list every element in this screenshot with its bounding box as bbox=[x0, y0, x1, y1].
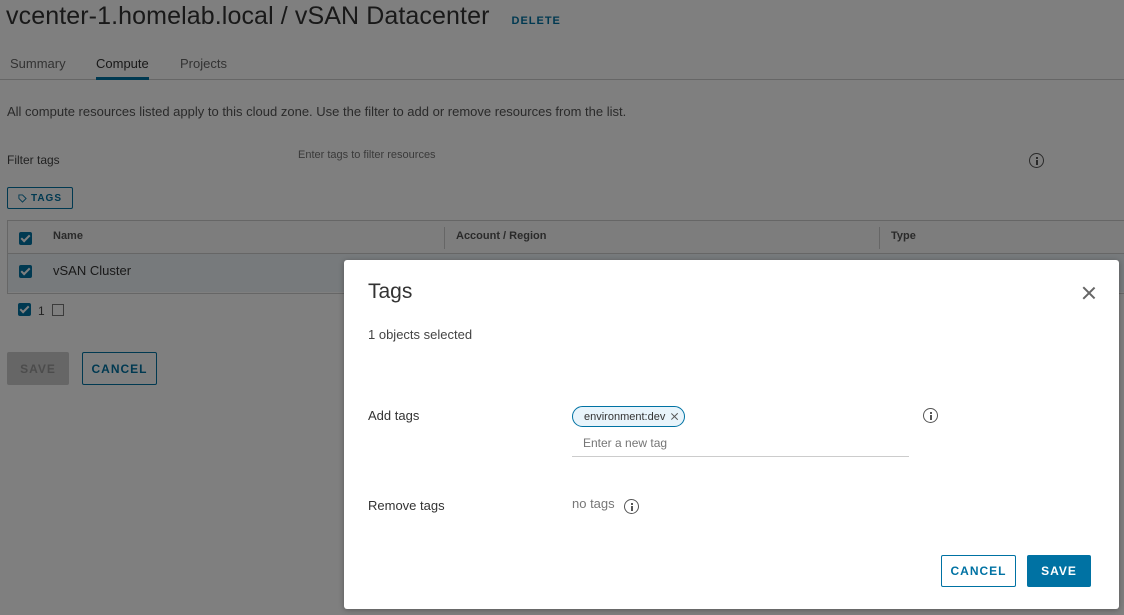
add-tags-label: Add tags bbox=[368, 408, 420, 423]
no-tags-text: no tags bbox=[572, 496, 615, 511]
close-icon[interactable] bbox=[1080, 284, 1098, 302]
tags-modal: Tags 1 objects selected Add tags environ… bbox=[344, 260, 1119, 609]
remove-chip-icon[interactable] bbox=[670, 412, 679, 421]
remove-tags-info-icon[interactable] bbox=[624, 499, 639, 514]
modal-cancel-button[interactable]: CANCEL bbox=[941, 555, 1016, 587]
add-tags-info-icon[interactable] bbox=[923, 408, 938, 423]
tag-chip-label: environment:dev bbox=[584, 410, 666, 423]
remove-tags-label: Remove tags bbox=[368, 498, 445, 513]
tag-chip: environment:dev bbox=[572, 406, 686, 427]
modal-title: Tags bbox=[368, 280, 413, 303]
new-tag-input[interactable] bbox=[572, 429, 909, 457]
modal-save-button[interactable]: SAVE bbox=[1027, 555, 1091, 587]
selected-count: 1 objects selected bbox=[368, 327, 473, 342]
